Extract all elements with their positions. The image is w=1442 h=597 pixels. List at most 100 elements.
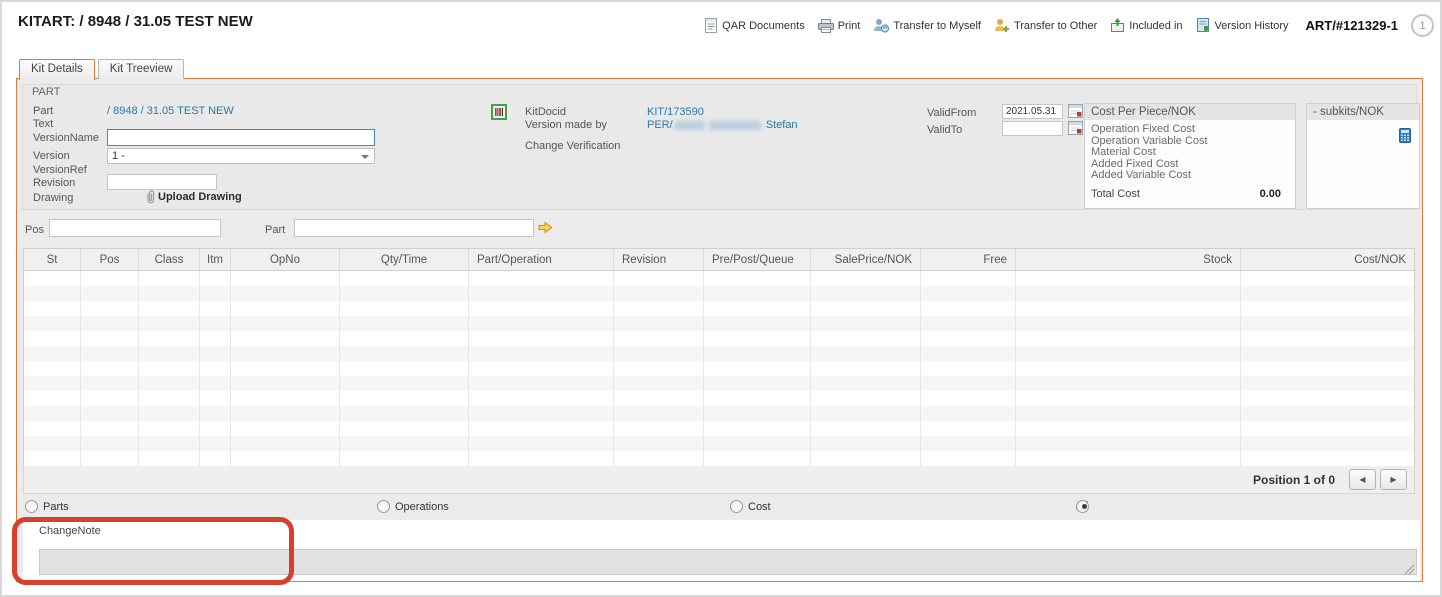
next-page-button[interactable]: ▶ <box>1380 469 1407 490</box>
table-cell <box>340 301 469 316</box>
go-arrow-icon[interactable] <box>538 221 553 234</box>
version-select[interactable]: 1 - <box>107 148 375 164</box>
previous-page-button[interactable]: ◀ <box>1349 469 1376 490</box>
table-cell <box>200 391 231 406</box>
kit-lines-table: St Pos Class Itm OpNo Qty/Time Part/Oper… <box>23 248 1415 467</box>
radio-cost[interactable]: Cost <box>730 500 771 513</box>
version-name-input[interactable] <box>107 129 375 146</box>
arrow-left-icon: ◀ <box>1359 475 1365 484</box>
table-cell <box>81 301 139 316</box>
version-count-badge[interactable]: 1 <box>1411 14 1434 37</box>
column-header-part-operation[interactable]: Part/Operation <box>469 249 614 270</box>
column-header-cost-nok[interactable]: Cost/NOK <box>1241 249 1414 270</box>
table-row[interactable] <box>24 376 1414 391</box>
table-row[interactable] <box>24 286 1414 301</box>
table-cell <box>1016 451 1241 466</box>
table-cell <box>81 361 139 376</box>
tab-kit-treeview[interactable]: Kit Treeview <box>98 59 185 79</box>
valid-from-input[interactable] <box>1002 104 1063 119</box>
print-button[interactable]: Print <box>818 19 861 33</box>
column-header-opno[interactable]: OpNo <box>231 249 340 270</box>
table-cell <box>921 271 1016 286</box>
table-cell <box>24 391 81 406</box>
table-cell <box>704 316 811 331</box>
table-cell <box>921 316 1016 331</box>
table-row[interactable] <box>24 361 1414 376</box>
qar-documents-button[interactable]: QAR Documents <box>705 18 805 33</box>
table-row[interactable] <box>24 346 1414 361</box>
table-row[interactable] <box>24 406 1414 421</box>
table-cell <box>231 361 340 376</box>
column-header-pos[interactable]: Pos <box>81 249 139 270</box>
table-cell <box>24 421 81 436</box>
arrow-right-icon: ▶ <box>1390 475 1396 484</box>
table-row[interactable] <box>24 436 1414 451</box>
column-header-pre-post-queue[interactable]: Pre/Post/Queue <box>704 249 811 270</box>
table-cell <box>200 451 231 466</box>
table-cell <box>24 436 81 451</box>
table-cell <box>24 346 81 361</box>
column-header-qty-time[interactable]: Qty/Time <box>340 249 469 270</box>
radio-all[interactable]: All <box>1076 500 1088 512</box>
calculator-icon[interactable] <box>1399 128 1411 143</box>
column-header-class[interactable]: Class <box>139 249 200 270</box>
transfer-to-myself-button[interactable]: Transfer to Myself <box>873 18 981 33</box>
column-header-st[interactable]: St <box>24 249 81 270</box>
table-cell <box>614 316 704 331</box>
table-row[interactable] <box>24 316 1414 331</box>
table-cell <box>81 346 139 361</box>
transfer-to-myself-icon <box>873 18 889 33</box>
table-cell <box>231 406 340 421</box>
column-header-stock[interactable]: Stock <box>1016 249 1241 270</box>
table-cell <box>811 376 921 391</box>
part-filter-input[interactable] <box>294 219 534 237</box>
column-header-itm[interactable]: Itm <box>200 249 231 270</box>
kitdoc-icon[interactable] <box>491 104 507 120</box>
valid-from-calendar-icon[interactable] <box>1068 104 1083 118</box>
table-row[interactable] <box>24 331 1414 346</box>
table-cell <box>1241 331 1414 346</box>
table-cell <box>340 421 469 436</box>
revision-input[interactable] <box>107 174 217 190</box>
table-cell <box>921 451 1016 466</box>
table-cell <box>200 376 231 391</box>
table-cell <box>921 346 1016 361</box>
column-header-saleprice-nok[interactable]: SalePrice/NOK <box>811 249 921 270</box>
table-cell <box>200 301 231 316</box>
table-cell <box>614 451 704 466</box>
table-row[interactable] <box>24 391 1414 406</box>
table-row[interactable] <box>24 421 1414 436</box>
upload-drawing-button[interactable]: Upload Drawing <box>145 189 242 205</box>
table-cell <box>704 391 811 406</box>
change-note-textarea[interactable] <box>39 549 1417 575</box>
version-made-by-value[interactable]: PER/ Stefan <box>647 119 798 131</box>
change-note-section: ChangeNote <box>23 520 1420 581</box>
table-row[interactable] <box>24 301 1414 316</box>
table-cell <box>139 421 200 436</box>
kitdocid-link[interactable]: KIT/173590 <box>647 106 704 118</box>
radio-parts[interactable]: Parts <box>25 500 69 513</box>
valid-to-input[interactable] <box>1002 121 1063 136</box>
radio-operations[interactable]: Operations <box>377 500 449 513</box>
tab-kit-details[interactable]: Kit Details <box>19 59 95 80</box>
resize-grip-icon[interactable] <box>1405 565 1414 574</box>
table-row[interactable] <box>24 451 1414 466</box>
table-cell <box>1016 346 1241 361</box>
valid-to-calendar-icon[interactable] <box>1068 121 1083 135</box>
column-header-free[interactable]: Free <box>921 249 1016 270</box>
transfer-to-other-button[interactable]: Transfer to Other <box>994 18 1097 33</box>
table-row[interactable] <box>24 271 1414 286</box>
table-cell <box>1016 391 1241 406</box>
table-cell <box>921 286 1016 301</box>
pos-filter-input[interactable] <box>49 219 221 237</box>
version-history-button[interactable]: Version History <box>1196 18 1289 33</box>
table-cell <box>24 301 81 316</box>
tab-bar: Kit Details Kit Treeview <box>19 59 187 80</box>
change-note-label: ChangeNote <box>39 525 101 537</box>
table-cell <box>811 406 921 421</box>
part-value-link[interactable]: / 8948 / 31.05 TEST NEW <box>107 105 234 117</box>
table-cell <box>1241 361 1414 376</box>
column-header-revision[interactable]: Revision <box>614 249 704 270</box>
included-in-button[interactable]: Included in <box>1110 18 1182 33</box>
version-label: Version <box>33 150 70 162</box>
